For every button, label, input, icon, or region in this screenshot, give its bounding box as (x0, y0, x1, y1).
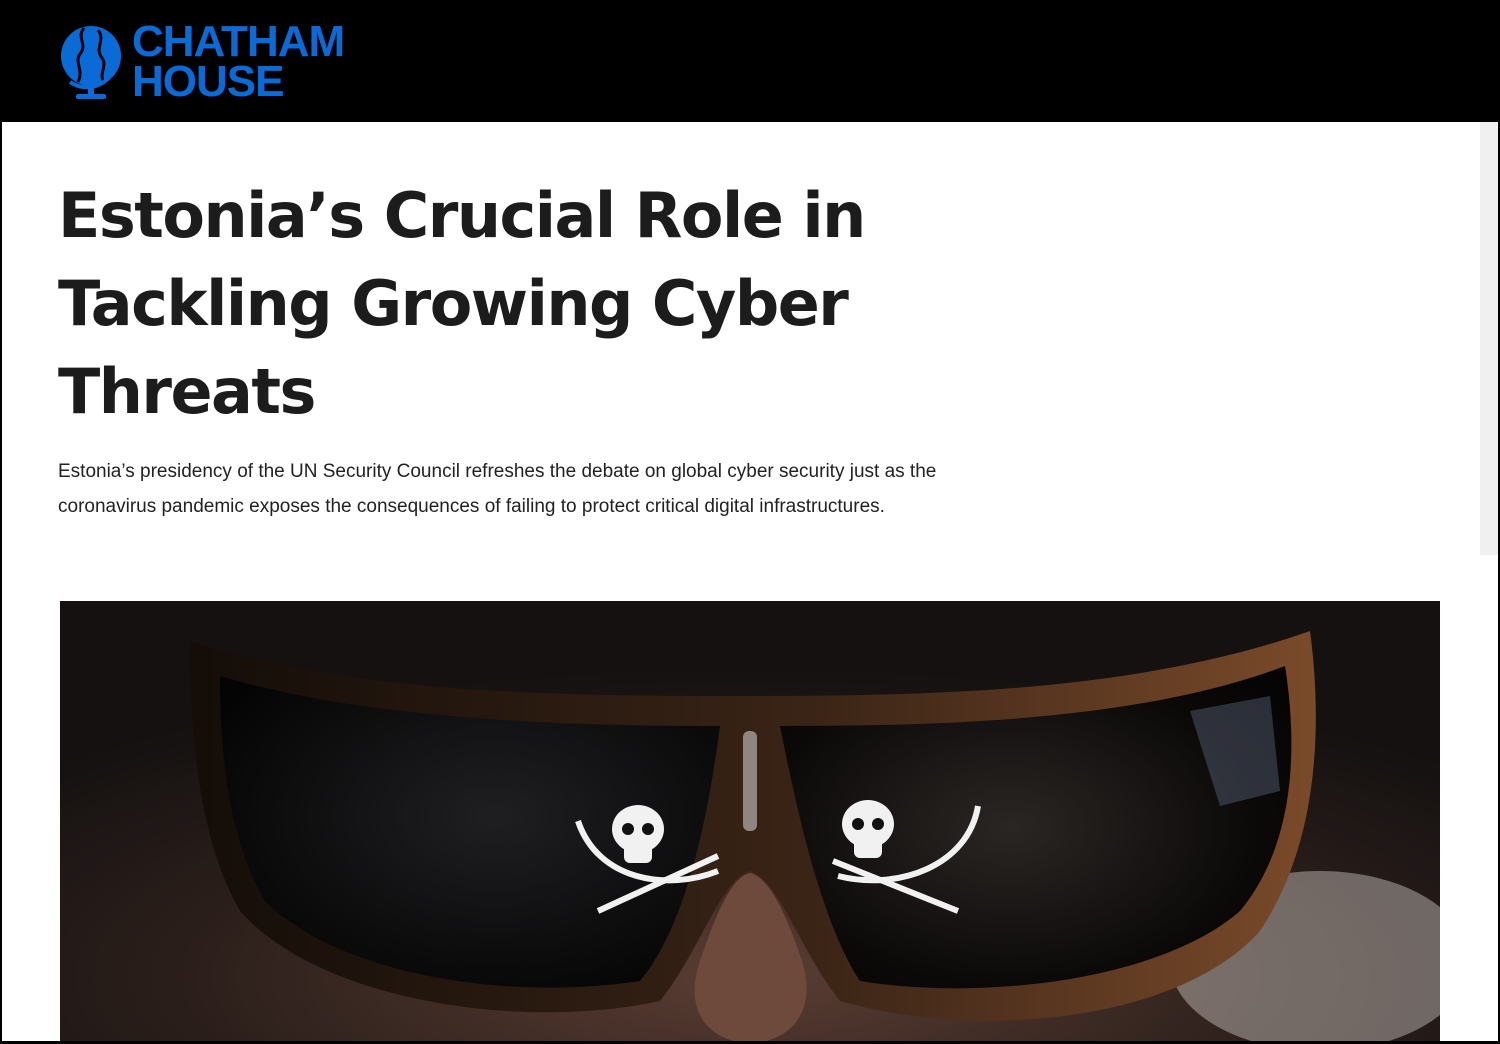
scrollbar-track[interactable] (1480, 122, 1498, 1041)
scrollbar-thumb[interactable] (1480, 122, 1498, 555)
article-summary: Estonia’s presidency of the UN Security … (58, 461, 937, 517)
logo-line-2: HOUSE (132, 57, 284, 106)
site-logo[interactable]: CHATHAM HOUSE (58, 17, 345, 106)
logo-wordmark: CHATHAM HOUSE (132, 17, 345, 106)
logo-line-1: CHATHAM (132, 17, 345, 66)
sunglasses-photo (60, 601, 1440, 1041)
article-title: Estonia’s Crucial Role in Tackling Growi… (58, 179, 866, 428)
article-page: Estonia’s Crucial Role in Tackling Growi… (2, 122, 1498, 1041)
hero-image (60, 601, 1440, 1041)
site-header: CHATHAM HOUSE (0, 0, 1500, 122)
globe-logo-icon (61, 26, 121, 99)
